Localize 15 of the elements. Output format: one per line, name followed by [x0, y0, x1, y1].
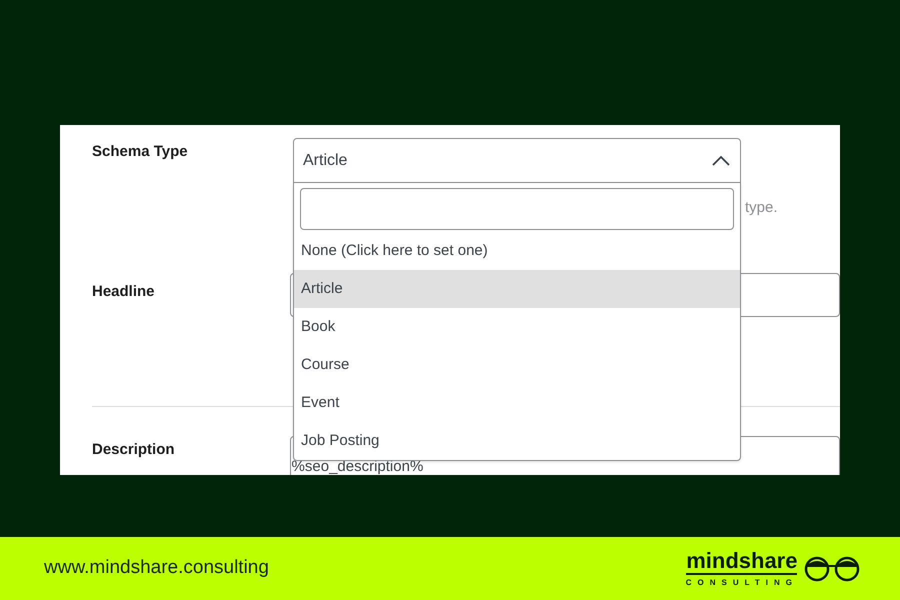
field-label: Description: [92, 441, 175, 458]
logo-subtext: CONSULTING: [686, 576, 798, 588]
select-field[interactable]: Article: [293, 138, 741, 183]
logo-text: mindshare: [686, 548, 798, 574]
field-label: Schema Type: [92, 143, 188, 160]
dropdown-option[interactable]: None (Click here to set one): [294, 232, 740, 270]
search-field[interactable]: [300, 188, 734, 230]
dropdown-option[interactable]: Book: [294, 308, 740, 346]
dropdown-option[interactable]: Article: [294, 270, 740, 308]
dropdown-option[interactable]: Job Posting: [294, 422, 740, 460]
dropdown-option[interactable]: Event: [294, 384, 740, 422]
help-text: type.: [745, 198, 778, 218]
field-label: Headline: [92, 283, 155, 300]
website-url: www.mindshare.consulting: [44, 556, 269, 580]
dropdown-option[interactable]: Course: [294, 346, 740, 384]
